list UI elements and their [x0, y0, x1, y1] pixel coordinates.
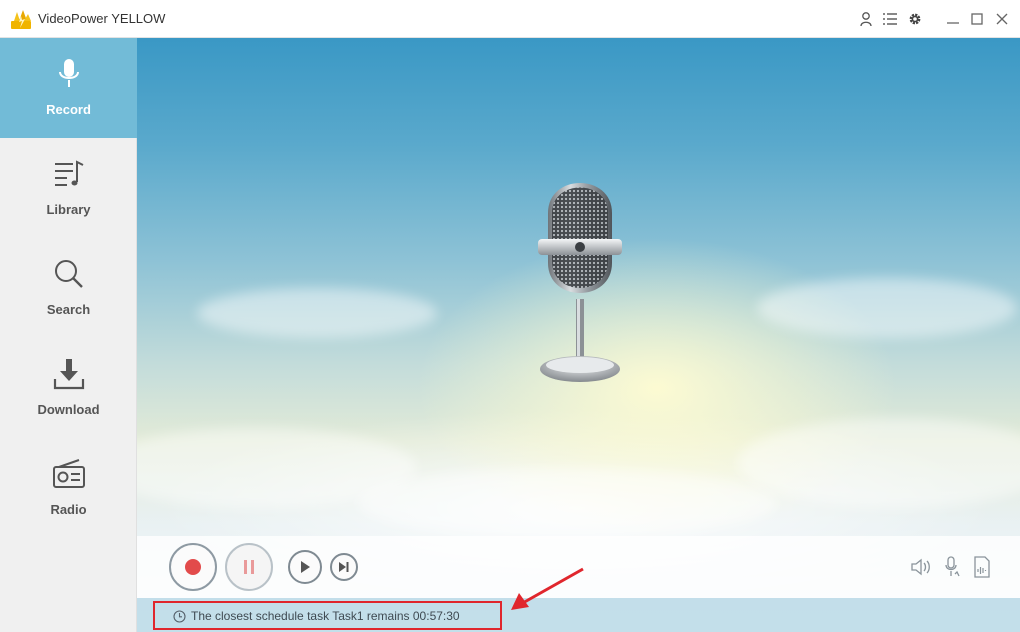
- record-stage: The closest schedule task Task1 remains …: [137, 38, 1020, 632]
- next-button[interactable]: [330, 553, 358, 581]
- play-button[interactable]: [288, 550, 322, 584]
- sidebar-item-label: Search: [46, 302, 91, 317]
- mic-settings-button[interactable]: [940, 555, 964, 579]
- volume-button[interactable]: [909, 555, 933, 579]
- app-logo-icon: [11, 10, 31, 29]
- radio-icon: [52, 459, 85, 488]
- pause-button[interactable]: [225, 543, 273, 591]
- studio-microphone-icon: [538, 183, 622, 382]
- minimize-icon[interactable]: [944, 10, 962, 28]
- title-bar: VideoPower YELLOW: [0, 0, 1020, 38]
- volume-icon: [911, 558, 930, 576]
- sidebar-item-record[interactable]: Record: [0, 38, 137, 138]
- audio-file-icon: [974, 556, 990, 578]
- maximize-icon[interactable]: [968, 10, 986, 28]
- next-icon: [339, 562, 349, 572]
- sidebar-item-radio[interactable]: Radio: [0, 438, 137, 538]
- audio-file-button[interactable]: [970, 555, 994, 579]
- sidebar-item-download[interactable]: Download: [0, 338, 137, 438]
- cloud-decoration: [737, 418, 1020, 508]
- cloud-decoration: [357, 468, 777, 538]
- sidebar-item-label: Download: [37, 402, 100, 417]
- list-icon[interactable]: [881, 10, 899, 28]
- schedule-status-text: The closest schedule task Task1 remains …: [191, 608, 460, 623]
- user-icon[interactable]: [857, 10, 875, 28]
- schedule-status-highlight: The closest schedule task Task1 remains …: [153, 601, 502, 630]
- record-icon: [185, 559, 201, 575]
- cloud-decoration: [197, 288, 437, 338]
- sidebar-item-search[interactable]: Search: [0, 238, 137, 338]
- cloud-decoration: [757, 278, 1017, 338]
- gear-icon[interactable]: [906, 10, 924, 28]
- sidebar-item-library[interactable]: Library: [0, 138, 137, 238]
- download-icon: [53, 359, 84, 390]
- sidebar-item-label: Record: [46, 102, 91, 117]
- music-list-icon: [54, 160, 83, 186]
- annotation-arrow-icon: [511, 567, 584, 610]
- sidebar-item-label: Library: [46, 202, 91, 217]
- search-icon: [54, 260, 83, 288]
- pause-icon: [244, 560, 254, 574]
- clock-icon: [173, 610, 186, 623]
- play-icon: [301, 561, 310, 573]
- mic-settings-icon: [945, 556, 960, 577]
- record-button[interactable]: [169, 543, 217, 591]
- microphone-icon: [58, 59, 79, 87]
- window-title: VideoPower YELLOW: [38, 11, 166, 26]
- sidebar: Record Library Search Download Radio: [0, 38, 137, 632]
- sidebar-item-label: Radio: [50, 502, 87, 517]
- close-icon[interactable]: [993, 10, 1011, 28]
